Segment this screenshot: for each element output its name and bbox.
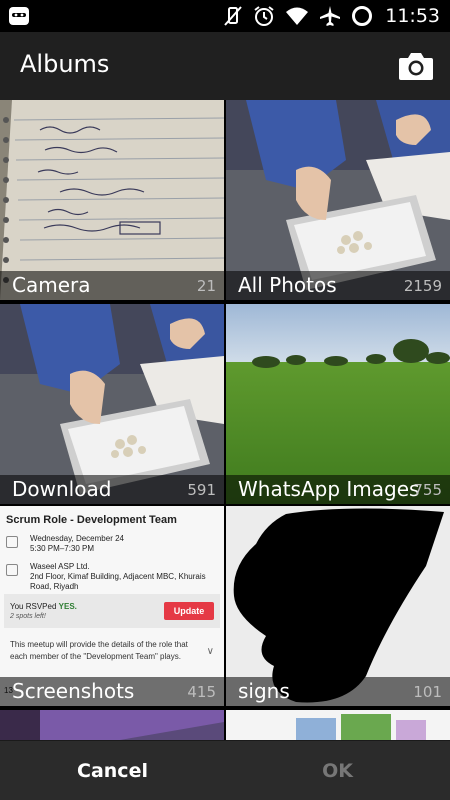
cancel-button[interactable]: Cancel (0, 741, 225, 800)
bottom-bar: Cancel OK (0, 740, 450, 800)
chevron-down-icon: ∨ (206, 646, 214, 657)
album-name: signs (238, 679, 290, 703)
album-tile-all-photos[interactable]: All Photos 2159 (226, 100, 450, 300)
album-caption: Camera 21 (0, 271, 224, 300)
album-caption: WhatsApp Images 755 (226, 475, 450, 504)
vibrate-off-icon (224, 6, 242, 26)
album-caption: Download 591 (0, 475, 224, 504)
preview-rsvp-box: You RSVPed YES. 2 spots left! Update (4, 594, 220, 628)
preview-event-title: Scrum Role - Development Team (6, 514, 177, 526)
ok-button[interactable]: OK (225, 741, 450, 800)
preview-location-row: Waseel ASP Ltd. 2nd Floor, Kimaf Buildin… (6, 562, 220, 592)
preview-rsvp-text: You RSVPed (10, 602, 57, 611)
album-count: 755 (413, 481, 442, 499)
preview-address: 2nd Floor, Kimaf Building, Adjacent MBC,… (30, 572, 206, 581)
clock-time: 11:53 (385, 5, 440, 27)
album-caption: All Photos 2159 (226, 271, 450, 300)
preview-rsvp-value: YES. (58, 602, 77, 611)
calendar-icon (6, 536, 18, 548)
preview-date-row: Wednesday, December 24 5:30 PM–7:30 PM (6, 534, 220, 560)
album-thumbnail (226, 100, 450, 300)
album-thumbnail (0, 304, 224, 504)
action-bar: Albums (0, 32, 450, 100)
album-tile-partial[interactable] (0, 710, 224, 740)
preview-spots-left: 2 spots left! (10, 613, 46, 620)
preview-time: 5:30 PM–7:30 PM (30, 544, 95, 553)
album-count: 591 (187, 481, 216, 499)
album-count: 101 (413, 683, 442, 701)
album-count: 415 (187, 683, 216, 701)
album-tile-screenshots[interactable]: Scrum Role - Development Team Wednesday,… (0, 506, 224, 706)
album-thumbnail (0, 710, 224, 740)
preview-address-2: Road, Riyadh (30, 582, 79, 591)
album-name: WhatsApp Images (238, 477, 420, 501)
app-notification-icon (9, 7, 29, 25)
preview-description: This meetup will provide the details of … (10, 640, 188, 661)
album-tile-signs[interactable]: signs 101 (226, 506, 450, 706)
album-grid: Camera 21 All Photos 2159 Download 591 W… (0, 100, 450, 740)
page-title: Albums (20, 50, 110, 78)
status-bar: 11:53 (0, 0, 450, 32)
album-thumbnail (0, 100, 224, 300)
album-caption: signs 101 (226, 677, 450, 706)
album-name: All Photos (238, 273, 337, 297)
camera-button[interactable] (396, 47, 436, 85)
camera-icon (399, 53, 433, 80)
wifi-icon (286, 7, 309, 25)
preview-date: Wednesday, December 24 (30, 534, 124, 543)
album-caption: Screenshots 415 (0, 677, 224, 706)
album-count: 21 (196, 277, 216, 295)
album-name: Screenshots (12, 679, 135, 703)
album-tile-camera[interactable]: Camera 21 (0, 100, 224, 300)
battery-circle-icon (352, 6, 373, 26)
preview-venue: Waseel ASP Ltd. (30, 562, 90, 571)
preview-update-button: Update (164, 602, 214, 620)
album-name: Download (12, 477, 112, 501)
album-thumbnail (226, 710, 450, 740)
map-icon (6, 564, 18, 576)
album-count: 2159 (403, 277, 442, 295)
album-tile-download[interactable]: Download 591 (0, 304, 224, 504)
airplane-mode-icon (320, 6, 341, 26)
album-tile-whatsapp-images[interactable]: WhatsApp Images 755 (226, 304, 450, 504)
album-thumbnail: Scrum Role - Development Team Wednesday,… (0, 506, 224, 706)
album-name: Camera (12, 273, 91, 297)
album-thumbnail (226, 506, 450, 706)
album-thumbnail (226, 304, 450, 504)
alarm-icon (254, 6, 274, 26)
album-tile-partial[interactable] (226, 710, 450, 740)
